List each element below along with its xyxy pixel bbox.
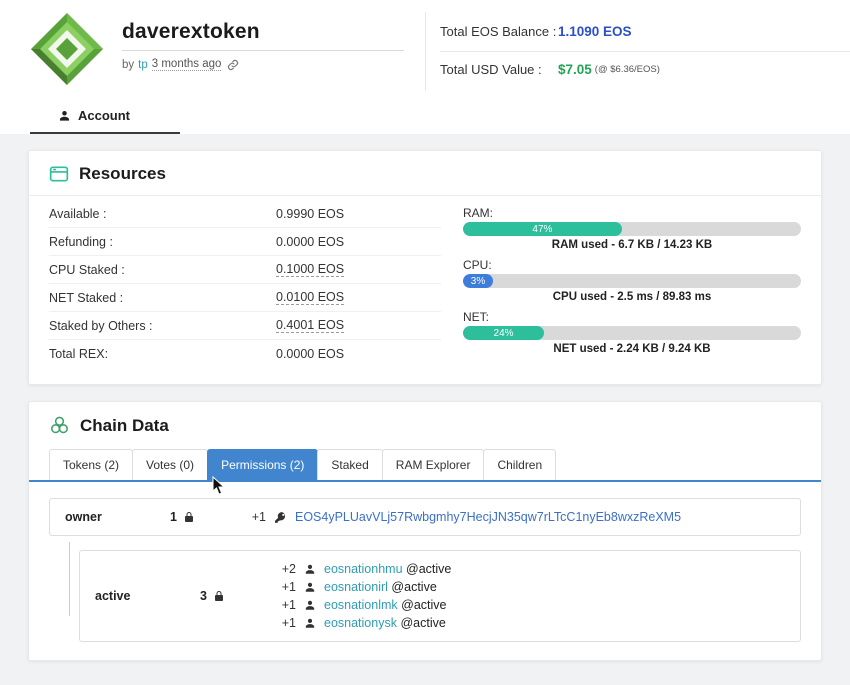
token-logo-icon <box>30 12 104 91</box>
eos-balance-row: Total EOS Balance : 1.1090 EOS <box>440 14 850 52</box>
main-tab-strip: Account <box>0 99 850 134</box>
resource-row-cpu-staked: CPU Staked : 0.1000 EOS <box>49 256 441 284</box>
permission-active: active 3 +2 eosnationhmu @active + <box>79 550 801 642</box>
page-title: daverextoken <box>122 20 404 44</box>
person-icon <box>304 563 316 575</box>
usd-rate: (@ $6.36/EOS) <box>595 64 660 75</box>
ram-usage-text: RAM used - 6.7 KB / 14.23 KB <box>463 239 801 251</box>
cpu-meter: CPU: 3% CPU used - 2.5 ms / 89.83 ms <box>463 258 801 303</box>
eos-balance-value: 1.1090 EOS <box>558 24 632 39</box>
permission-name: owner <box>65 510 170 524</box>
active-account-entry: +1 eosnationysk @active <box>278 616 785 630</box>
permissions-panel: owner 1 +1 EOS4yPLUavVLj57Rwbgmhy7HecjJN… <box>29 482 821 660</box>
person-icon <box>58 109 71 122</box>
tab-account-label: Account <box>78 108 130 123</box>
chain-data-card: Chain Data Tokens (2) Votes (0) Permissi… <box>28 401 822 661</box>
permission-owner: owner 1 +1 EOS4yPLUavVLj57Rwbgmhy7HecjJN… <box>49 498 801 536</box>
ram-progress-bar: 47% <box>463 222 801 236</box>
resources-table: Available : 0.9990 EOS Refunding : 0.000… <box>49 200 441 368</box>
resource-row-refunding: Refunding : 0.0000 EOS <box>49 228 441 256</box>
cpu-usage-text: CPU used - 2.5 ms / 89.83 ms <box>463 291 801 303</box>
owner-key-entry: +1 EOS4yPLUavVLj57Rwbgmhy7HecjJN35qw7rLT… <box>248 510 785 524</box>
balance-panel: Total EOS Balance : 1.1090 EOS Total USD… <box>425 12 850 91</box>
creator-link[interactable]: tp <box>138 59 148 71</box>
cpu-progress-bar: 3% <box>463 274 801 288</box>
resource-row-total-rex: Total REX: 0.0000 EOS <box>49 340 441 368</box>
resource-row-staked-by-others: Staked by Others : 0.4001 EOS <box>49 312 441 340</box>
creator-byline: by tp 3 months ago <box>122 58 404 71</box>
title-underline <box>122 50 404 51</box>
active-account-entry: +1 eosnationirl @active <box>278 580 785 594</box>
key-icon <box>274 511 287 524</box>
active-account-entry: +1 eosnationlmk @active <box>278 598 785 612</box>
resources-card: Resources Available : 0.9990 EOS Refundi… <box>28 150 822 385</box>
tab-tokens[interactable]: Tokens (2) <box>49 449 133 480</box>
usd-value-row: Total USD Value : $7.05 (@ $6.36/EOS) <box>440 52 850 89</box>
permission-threshold: 3 <box>200 589 278 603</box>
person-icon <box>304 617 316 629</box>
permission-threshold: 1 <box>170 510 248 524</box>
by-label: by <box>122 59 134 71</box>
permalink-icon[interactable] <box>227 59 239 71</box>
lock-icon <box>213 590 225 602</box>
account-link[interactable]: eosnationirl <box>324 580 388 594</box>
lock-icon <box>183 511 195 523</box>
creation-age: 3 months ago <box>152 58 222 71</box>
ram-meter: RAM: 47% RAM used - 6.7 KB / 14.23 KB <box>463 206 801 251</box>
permission-name: active <box>95 589 200 603</box>
page-header: daverextoken by tp 3 months ago Total EO… <box>0 0 850 99</box>
page-body: Resources Available : 0.9990 EOS Refundi… <box>0 134 850 685</box>
tab-account[interactable]: Account <box>30 99 180 134</box>
resources-card-icon <box>49 164 69 184</box>
net-meter: NET: 24% NET used - 2.24 KB / 9.24 KB <box>463 310 801 355</box>
account-link[interactable]: eosnationhmu <box>324 562 403 576</box>
permission-tree-connector <box>69 542 70 616</box>
tab-votes[interactable]: Votes (0) <box>132 449 208 480</box>
owner-public-key-link[interactable]: EOS4yPLUavVLj57Rwbgmhy7HecjJN35qw7rLTcC1… <box>295 510 681 524</box>
net-progress-bar: 24% <box>463 326 801 340</box>
account-link[interactable]: eosnationlmk <box>324 598 398 612</box>
resource-row-available: Available : 0.9990 EOS <box>49 200 441 228</box>
tab-ram-explorer[interactable]: RAM Explorer <box>382 449 485 480</box>
mouse-cursor <box>212 476 226 501</box>
account-link[interactable]: eosnationysk <box>324 616 397 630</box>
net-usage-text: NET used - 2.24 KB / 9.24 KB <box>463 343 801 355</box>
chain-data-tabs: Tokens (2) Votes (0) Permissions (2) Sta… <box>29 449 821 482</box>
chain-data-title: Chain Data <box>80 416 169 436</box>
resource-row-net-staked: NET Staked : 0.0100 EOS <box>49 284 441 312</box>
resources-title: Resources <box>79 164 166 184</box>
resource-meters: RAM: 47% RAM used - 6.7 KB / 14.23 KB CP… <box>463 200 801 368</box>
eos-balance-label: Total EOS Balance : <box>440 24 558 39</box>
usd-value-label: Total USD Value : <box>440 62 558 77</box>
tab-children[interactable]: Children <box>483 449 556 480</box>
chain-data-icon <box>49 415 70 436</box>
person-icon <box>304 599 316 611</box>
person-icon <box>304 581 316 593</box>
usd-value: $7.05 <box>558 62 592 77</box>
tab-staked[interactable]: Staked <box>317 449 382 480</box>
active-account-entry: +2 eosnationhmu @active <box>278 562 785 576</box>
